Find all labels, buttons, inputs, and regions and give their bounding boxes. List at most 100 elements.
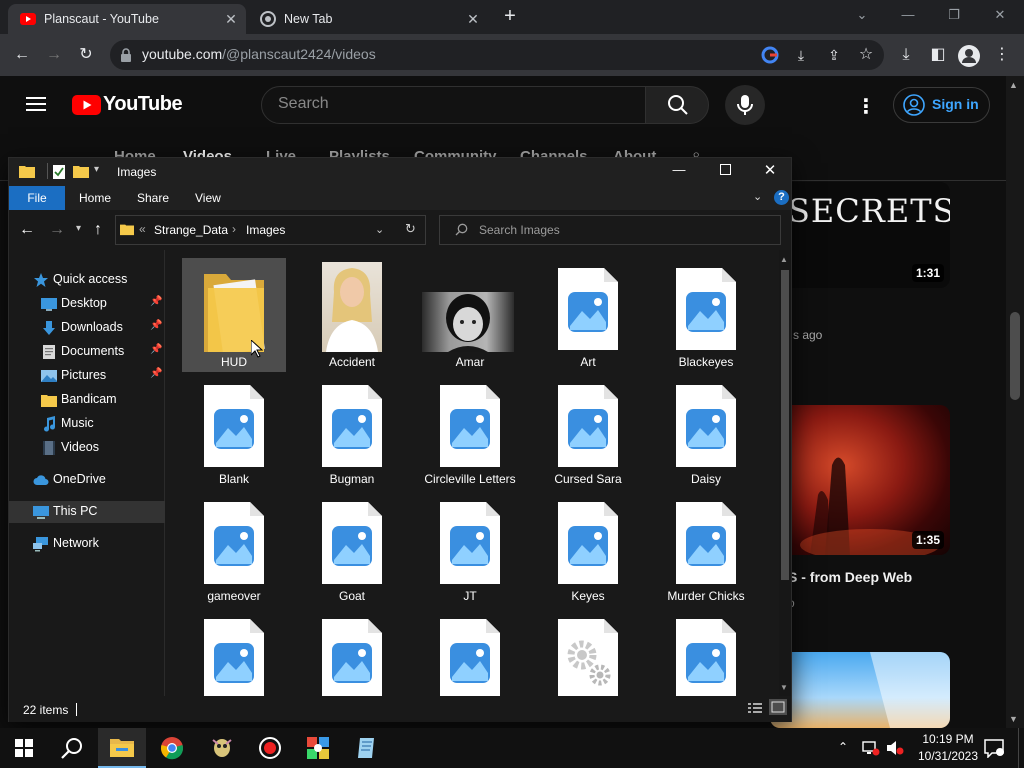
share-icon[interactable]: ⇪ [822, 43, 846, 67]
tab-new-tab[interactable]: New Tab ✕ [248, 4, 488, 34]
file-item-image[interactable]: Murder Chicks [654, 492, 758, 606]
restore-window-icon[interactable]: ❐ [934, 4, 974, 26]
file-item-image[interactable]: Art [536, 258, 640, 372]
sidebar-item-bandicam[interactable]: Bandicam [9, 389, 165, 411]
new-folder-icon[interactable] [73, 164, 89, 183]
youtube-search-button[interactable] [645, 86, 709, 124]
sidebar-network[interactable]: Network [9, 533, 165, 555]
start-button[interactable] [0, 728, 48, 768]
recent-locations-icon[interactable]: ▾ [76, 223, 81, 234]
file-item-image[interactable]: Bugman [300, 375, 404, 489]
file-item-image[interactable]: Circleville Letters [418, 375, 522, 489]
file-item-image[interactable]: gameover [182, 492, 286, 606]
back-icon[interactable]: ← [10, 43, 34, 67]
chrome-menu-icon[interactable]: ⋮ [990, 43, 1014, 67]
breadcrumb-overflow-icon[interactable]: « [139, 222, 146, 236]
explorer-back-icon[interactable]: ← [19, 221, 35, 239]
explorer-scroll-down-icon[interactable]: ▼ [780, 683, 788, 692]
scroll-up-icon[interactable]: ▲ [1009, 80, 1018, 90]
sidebar-item-videos[interactable]: Videos [9, 437, 165, 459]
refresh-icon[interactable]: ↻ [405, 221, 416, 237]
file-item-image[interactable]: Blackeyes [654, 258, 758, 372]
ribbon-home-tab[interactable]: Home [79, 191, 111, 205]
video-thumbnail[interactable] [770, 652, 950, 728]
notification-center-icon[interactable] [984, 738, 1004, 763]
file-item-image[interactable]: Daisy [654, 375, 758, 489]
explorer-forward-icon[interactable]: → [49, 221, 65, 239]
file-item-photo[interactable]: Accident [300, 258, 404, 372]
google-lens-icon[interactable] [761, 46, 779, 69]
bookmark-star-icon[interactable]: ☆ [854, 43, 878, 67]
address-dropdown-icon[interactable]: ⌄ [375, 223, 384, 236]
sidebar-item-pictures[interactable]: Pictures 📌 [9, 365, 165, 387]
sidebar-onedrive[interactable]: OneDrive [9, 469, 165, 491]
sidebar-item-downloads[interactable]: Downloads 📌 [9, 317, 165, 339]
explorer-minimize-icon[interactable]: — [664, 162, 694, 177]
file-item-image[interactable] [182, 609, 286, 696]
page-scrollbar[interactable] [1006, 76, 1024, 728]
taskbar-notepad[interactable] [343, 728, 391, 768]
details-view-icon[interactable] [748, 701, 762, 719]
taskbar-chrome[interactable] [148, 728, 196, 768]
ribbon-share-tab[interactable]: Share [137, 191, 169, 205]
file-item-image[interactable]: Keyes [536, 492, 640, 606]
youtube-logo-icon[interactable] [72, 95, 101, 120]
new-tab-button[interactable]: + [498, 5, 522, 29]
more-options-icon[interactable]: ⋮ [856, 94, 876, 119]
reload-icon[interactable]: ↻ [74, 43, 98, 67]
expand-ribbon-chevron-icon[interactable]: ⌄ [753, 190, 762, 203]
ribbon-view-tab[interactable]: View [195, 191, 221, 205]
explorer-scroll-up-icon[interactable]: ▲ [780, 255, 788, 264]
explorer-close-icon[interactable]: ✕ [755, 161, 785, 179]
video-thumbnail[interactable]: 1:35 [770, 405, 950, 555]
hamburger-menu-icon[interactable] [26, 96, 46, 112]
taskbar-search-button[interactable] [48, 728, 96, 768]
taskbar-clock-time[interactable]: 10:19 PM [920, 732, 976, 746]
taskbar-file-explorer[interactable] [98, 728, 146, 768]
sidebar-quick-access[interactable]: Quick access [9, 269, 165, 291]
voice-search-button[interactable] [725, 85, 765, 125]
profile-avatar-icon[interactable] [958, 45, 980, 67]
file-item-photo[interactable]: Amar [418, 258, 522, 372]
close-tab-icon[interactable]: ✕ [464, 10, 482, 28]
network-status-icon[interactable] [862, 740, 880, 761]
properties-icon[interactable] [52, 164, 66, 185]
page-scrollbar-thumb[interactable] [1010, 312, 1020, 400]
close-tab-icon[interactable]: ✕ [222, 10, 240, 28]
file-item-image[interactable]: Blank [182, 375, 286, 489]
help-icon[interactable]: ? [774, 190, 789, 205]
install-app-icon[interactable]: ⤓ [789, 43, 813, 67]
file-item-image[interactable] [418, 609, 522, 696]
video-title[interactable]: S - from Deep Web [788, 569, 912, 585]
show-desktop-button[interactable] [1018, 728, 1024, 768]
url-text[interactable]: youtube.com/@planscaut2424/videos [142, 46, 376, 62]
scroll-down-icon[interactable]: ▼ [1009, 714, 1018, 724]
tab-planscaut-youtube[interactable]: Planscaut - YouTube ✕ [8, 4, 246, 34]
sidebar-item-music[interactable]: Music [9, 413, 165, 435]
close-window-icon[interactable]: ✕ [980, 4, 1020, 26]
taskbar-app-figure[interactable] [198, 728, 246, 768]
file-item-folder[interactable]: HUD [182, 258, 286, 372]
taskbar-app-grid[interactable] [294, 728, 342, 768]
file-item-image[interactable]: Goat [300, 492, 404, 606]
explorer-maximize-icon[interactable] [710, 162, 740, 180]
forward-icon[interactable]: → [42, 43, 66, 67]
explorer-scrollbar-thumb[interactable] [781, 270, 789, 580]
file-item-image[interactable]: JT [418, 492, 522, 606]
show-hidden-icons-chevron-icon[interactable]: ⌃ [838, 740, 848, 754]
downloads-icon[interactable]: ⤓ [894, 43, 918, 67]
tab-search-chevron-icon[interactable]: ⌄ [842, 4, 882, 26]
large-icons-view-icon[interactable] [769, 699, 787, 715]
taskbar-clock-date[interactable]: 10/31/2023 [912, 749, 984, 763]
file-item-image[interactable] [300, 609, 404, 696]
sidebar-this-pc[interactable]: This PC [9, 501, 165, 523]
file-item-settings[interactable] [536, 609, 640, 696]
file-item-image[interactable]: Cursed Sara [536, 375, 640, 489]
ribbon-file-tab[interactable]: File [9, 186, 65, 210]
volume-muted-icon[interactable] [886, 740, 904, 761]
customize-toolbar-chevron-icon[interactable]: ▾ [94, 164, 99, 175]
up-folder-icon[interactable]: ↑ [94, 221, 102, 239]
lock-icon[interactable] [120, 48, 132, 62]
breadcrumb-strange-data[interactable]: Strange_Data [154, 223, 228, 237]
side-panel-icon[interactable]: ◧ [926, 43, 950, 67]
